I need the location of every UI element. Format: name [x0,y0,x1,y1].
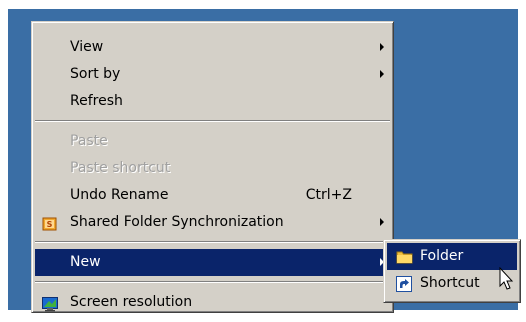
menu-item-new[interactable]: New [35,249,390,276]
menu-item-paste-shortcut-label: Paste shortcut [70,160,171,176]
folder-icon [396,248,413,264]
submenu-arrow-icon [380,218,384,226]
menu-item-paste-shortcut: Paste shortcut [35,155,390,182]
menu-item-shared-folder-sync[interactable]: S Shared Folder Synchronization [35,209,390,236]
menu-item-sort-by[interactable]: Sort by [35,61,390,88]
screen-resolution-icon [42,295,58,312]
submenu-item-folder[interactable]: Folder [387,243,517,270]
menu-item-paste: Paste [35,128,390,155]
menu-item-refresh-label: Refresh [70,93,123,109]
menu-item-undo-rename[interactable]: Undo Rename Ctrl+Z [35,182,390,209]
svg-text:S: S [47,220,53,229]
menu-separator [35,120,390,122]
menu-item-new-label: New [70,254,101,270]
submenu-item-folder-label: Folder [420,248,464,264]
shared-folder-sync-icon: S [42,215,58,231]
desktop-context-menu: View Sort by Refresh Paste Paste shortcu… [31,21,394,313]
submenu-item-shortcut-label: Shortcut [420,275,480,291]
menu-item-view[interactable]: View [35,34,390,61]
menu-item-sort-by-label: Sort by [70,66,121,82]
menu-item-paste-label: Paste [70,133,108,149]
menu-separator [35,281,390,283]
menu-item-screen-resolution[interactable]: Screen resolution [35,289,390,316]
menu-separator [35,241,390,243]
shortcut-icon [396,275,412,292]
submenu-item-shortcut[interactable]: Shortcut [387,270,517,297]
mouse-pointer-icon [499,267,514,290]
menu-item-undo-rename-label: Undo Rename [70,187,169,203]
menu-item-shared-folder-sync-label: Shared Folder Synchronization [70,214,284,230]
menu-item-refresh[interactable]: Refresh [35,88,390,115]
menu-item-view-label: View [70,39,104,55]
menu-item-undo-rename-shortcut: Ctrl+Z [305,187,352,203]
menu-item-screen-resolution-label: Screen resolution [70,294,193,310]
submenu-arrow-icon [380,43,384,51]
submenu-arrow-icon [380,70,384,78]
